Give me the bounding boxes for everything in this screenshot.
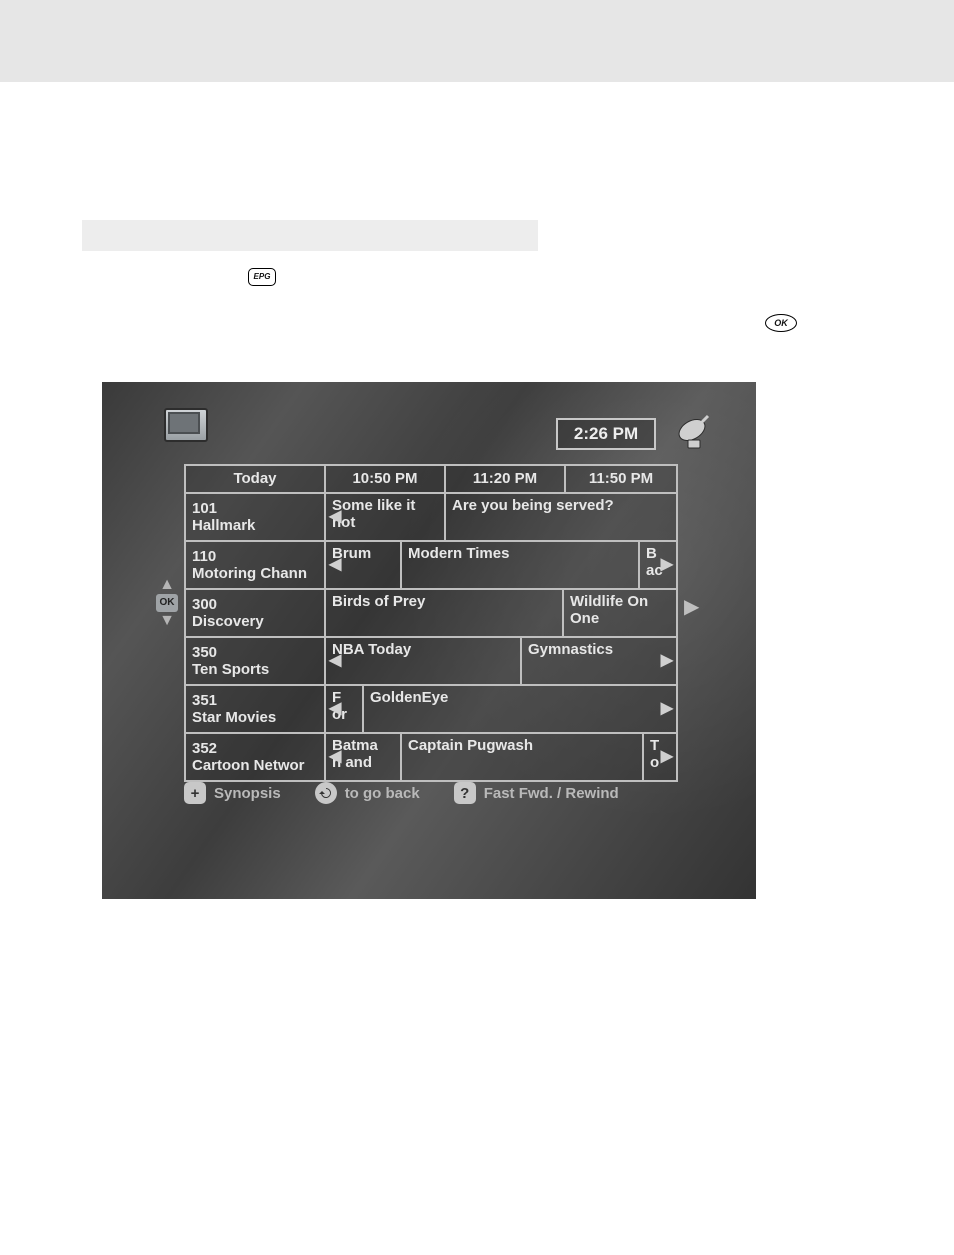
epg-grid[interactable]: Today10:50 PM11:20 PM11:50 PM101Hallmark… (184, 464, 678, 782)
continues-left-icon: ◀ (329, 508, 341, 526)
hint-synopsis-label: Synopsis (214, 785, 281, 802)
continues-right-icon: ▶ (661, 700, 673, 718)
continues-left-icon: ◀ (329, 700, 341, 718)
epg-screenshot: 2:26 PM ▲ OK ▼ ▶ Today10:50 PM11:20 PM11… (102, 382, 756, 899)
ok-indicator: OK (156, 594, 178, 612)
hint-ffwd: ? Fast Fwd. / Rewind (454, 782, 619, 804)
section-heading-band (82, 220, 538, 251)
right-arrow-icon: ▶ (684, 594, 699, 619)
hint-back: to go back (315, 782, 420, 804)
program-cell[interactable]: Gymnastics▶ (522, 638, 676, 684)
clock-display: 2:26 PM (556, 418, 656, 450)
hint-synopsis: + Synopsis (184, 782, 281, 804)
footer-hints: + Synopsis to go back ? Fast Fwd. / Rewi… (184, 778, 704, 808)
channel-label[interactable]: 101Hallmark (186, 494, 326, 540)
program-cell[interactable]: NBA Today◀ (326, 638, 522, 684)
program-cell[interactable]: B ac▶ (640, 542, 676, 588)
hint-ffwd-label: Fast Fwd. / Rewind (484, 785, 619, 802)
vertical-nav-indicator: ▲ OK ▼ (154, 578, 180, 628)
ok-button-illustration: OK (765, 314, 797, 332)
grid-time-header: 11:20 PM (446, 466, 566, 492)
channel-row[interactable]: 350Ten SportsNBA Today◀Gymnastics▶ (186, 636, 676, 684)
channel-label[interactable]: 110Motoring Chann (186, 542, 326, 588)
program-cell[interactable]: Brum◀ (326, 542, 402, 588)
up-arrow-icon: ▲ (154, 578, 180, 592)
channel-label[interactable]: 300Discovery (186, 590, 326, 636)
back-icon (315, 782, 337, 804)
channel-row[interactable]: 352Cartoon NetworBatma n and◀Captain Pug… (186, 732, 676, 780)
grid-time-header: 10:50 PM (326, 466, 446, 492)
program-cell[interactable]: T o▶ (644, 734, 676, 780)
program-cell[interactable]: Captain Pugwash (402, 734, 644, 780)
page-top-band (0, 0, 954, 82)
channel-row[interactable]: 101HallmarkSome like it hot◀Are you bein… (186, 492, 676, 540)
program-cell[interactable]: Modern Times (402, 542, 640, 588)
program-cell[interactable]: Batma n and◀ (326, 734, 402, 780)
channel-label[interactable]: 351Star Movies (186, 686, 326, 732)
tv-icon (162, 404, 208, 444)
grid-header-row: Today10:50 PM11:20 PM11:50 PM (186, 466, 676, 492)
program-track: Birds of PreyWildlife On One (326, 590, 676, 636)
satellite-icon (672, 410, 716, 454)
channel-row[interactable]: 300DiscoveryBirds of PreyWildlife On One (186, 588, 676, 636)
program-cell[interactable]: GoldenEye▶ (364, 686, 676, 732)
channel-label[interactable]: 350Ten Sports (186, 638, 326, 684)
program-cell[interactable]: F or◀ (326, 686, 364, 732)
program-track: Some like it hot◀Are you being served? (326, 494, 676, 540)
program-track: Batma n and◀Captain PugwashT o▶ (326, 734, 676, 780)
program-track: NBA Today◀Gymnastics▶ (326, 638, 676, 684)
continues-right-icon: ▶ (661, 556, 673, 574)
question-icon: ? (454, 782, 476, 804)
continues-right-icon: ▶ (661, 652, 673, 670)
channel-row[interactable]: 110Motoring ChannBrum◀Modern TimesB ac▶ (186, 540, 676, 588)
channel-row[interactable]: 351Star MoviesF or◀GoldenEye▶ (186, 684, 676, 732)
channel-label[interactable]: 352Cartoon Networ (186, 734, 326, 780)
continues-left-icon: ◀ (329, 556, 341, 574)
plus-icon: + (184, 782, 206, 804)
program-cell[interactable]: Some like it hot◀ (326, 494, 446, 540)
program-track: Brum◀Modern TimesB ac▶ (326, 542, 676, 588)
grid-time-header: 11:50 PM (566, 466, 676, 492)
hint-back-label: to go back (345, 785, 420, 802)
program-cell[interactable]: Are you being served? (446, 494, 676, 540)
continues-left-icon: ◀ (329, 652, 341, 670)
program-cell[interactable]: Wildlife On One (564, 590, 676, 636)
continues-left-icon: ◀ (329, 748, 341, 766)
epg-button-illustration: EPG (248, 268, 276, 286)
program-track: F or◀GoldenEye▶ (326, 686, 676, 732)
continues-right-icon: ▶ (661, 748, 673, 766)
grid-day-header: Today (186, 466, 326, 492)
program-cell[interactable]: Birds of Prey (326, 590, 564, 636)
down-arrow-icon: ▼ (154, 614, 180, 628)
